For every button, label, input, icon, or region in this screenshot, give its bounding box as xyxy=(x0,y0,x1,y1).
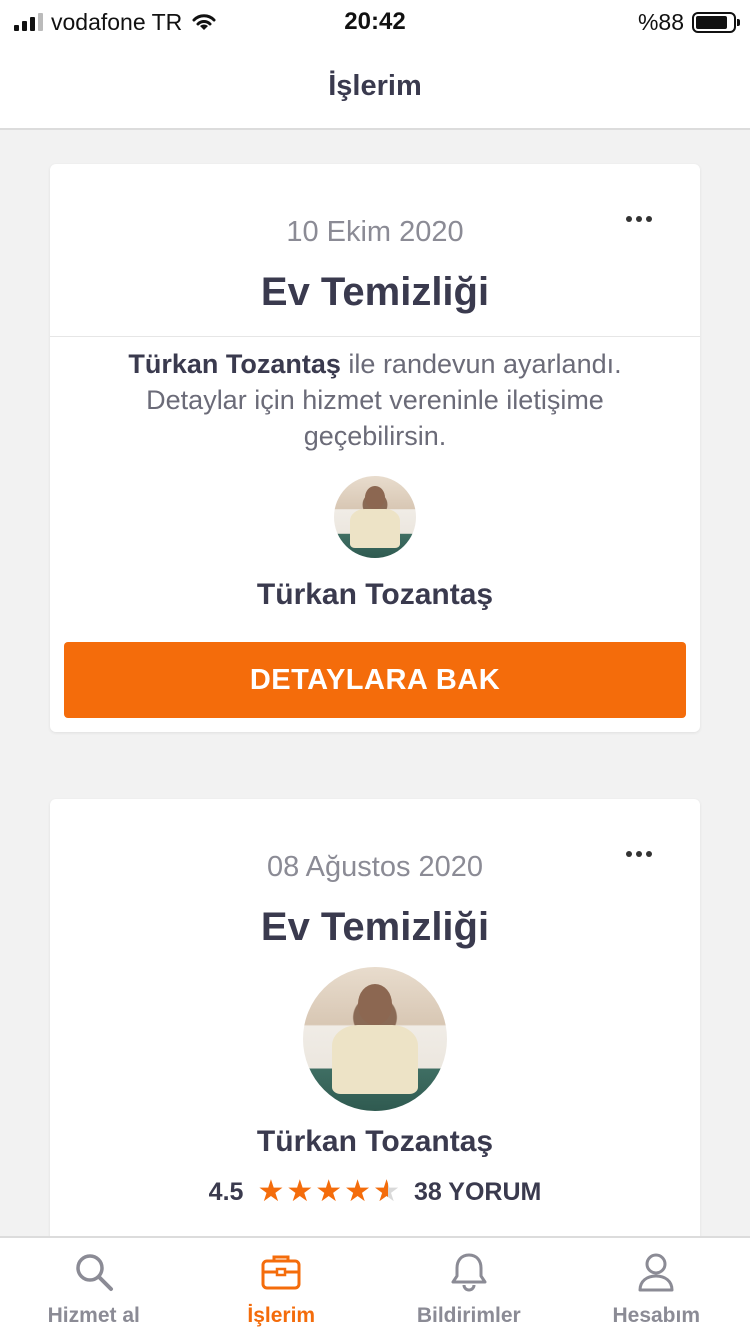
job-date: 08 Ağustos 2020 xyxy=(266,851,484,883)
tab-islerim[interactable]: İşlerim xyxy=(188,1238,376,1334)
tab-label: İşlerim xyxy=(247,1304,316,1327)
job-date: 10 Ekim 2020 xyxy=(286,216,464,248)
tab-label: Hizmet al xyxy=(47,1304,140,1327)
clock: 20:42 xyxy=(344,8,406,35)
avatar[interactable] xyxy=(303,967,447,1111)
carrier-label: vodafone TR xyxy=(51,8,183,35)
briefcase-icon xyxy=(261,1255,301,1290)
divider xyxy=(50,336,700,337)
view-details-button[interactable]: DETAYLARA BAK xyxy=(64,642,686,718)
tab-bar: Hizmet al İşlerim Bildirimler Hesabım xyxy=(0,1236,750,1334)
rating-stars-icon: ★ ★ ★ ★ ★ xyxy=(257,1177,400,1208)
job-service-title: Ev Temizliği xyxy=(260,270,490,314)
status-bar: vodafone TR 20:42 %88 xyxy=(0,0,750,44)
user-icon xyxy=(638,1253,674,1292)
nav-bar: İşlerim xyxy=(0,44,750,130)
job-status-message: Türkan Tozantaş ile randevun ayarlandı. … xyxy=(90,346,660,454)
message-text: ile randevun ayarlandı. xyxy=(340,349,622,379)
bell-icon xyxy=(451,1253,487,1292)
message-detail: Detaylar için hizmet vereninle iletişime… xyxy=(146,385,604,451)
tab-hizmet-al[interactable]: Hizmet al xyxy=(0,1238,188,1334)
tab-hesabim[interactable]: Hesabım xyxy=(563,1238,750,1334)
battery-icon xyxy=(692,11,740,33)
job-card[interactable]: 08 Ağustos 2020 Ev Temizliği Türkan Toza… xyxy=(50,799,700,1249)
wifi-icon xyxy=(192,14,216,30)
rating-value: 4.5 xyxy=(208,1177,244,1206)
rating-row[interactable]: 4.5 ★★★★★ 38 YORUM xyxy=(50,1177,700,1208)
tab-label: Bildirimler xyxy=(416,1304,521,1327)
tab-bildirimler[interactable]: Bildirimler xyxy=(375,1238,563,1334)
job-service-title: Ev Temizliği xyxy=(260,905,490,949)
provider-name[interactable]: Türkan Tozantaş xyxy=(50,578,700,612)
tab-label: Hesabım xyxy=(612,1304,701,1327)
search-icon xyxy=(76,1254,113,1291)
signal-icon xyxy=(14,13,43,31)
battery-percent: %88 xyxy=(637,8,684,35)
page-title: İşlerim xyxy=(328,69,422,102)
provider-name[interactable]: Türkan Tozantaş xyxy=(50,1125,700,1159)
review-count[interactable]: 38 YORUM xyxy=(414,1178,541,1207)
job-card[interactable]: 10 Ekim 2020 Ev Temizliği Türkan Tozanta… xyxy=(50,164,700,732)
avatar[interactable] xyxy=(334,476,416,558)
message-provider-name: Türkan Tozantaş xyxy=(128,349,341,379)
